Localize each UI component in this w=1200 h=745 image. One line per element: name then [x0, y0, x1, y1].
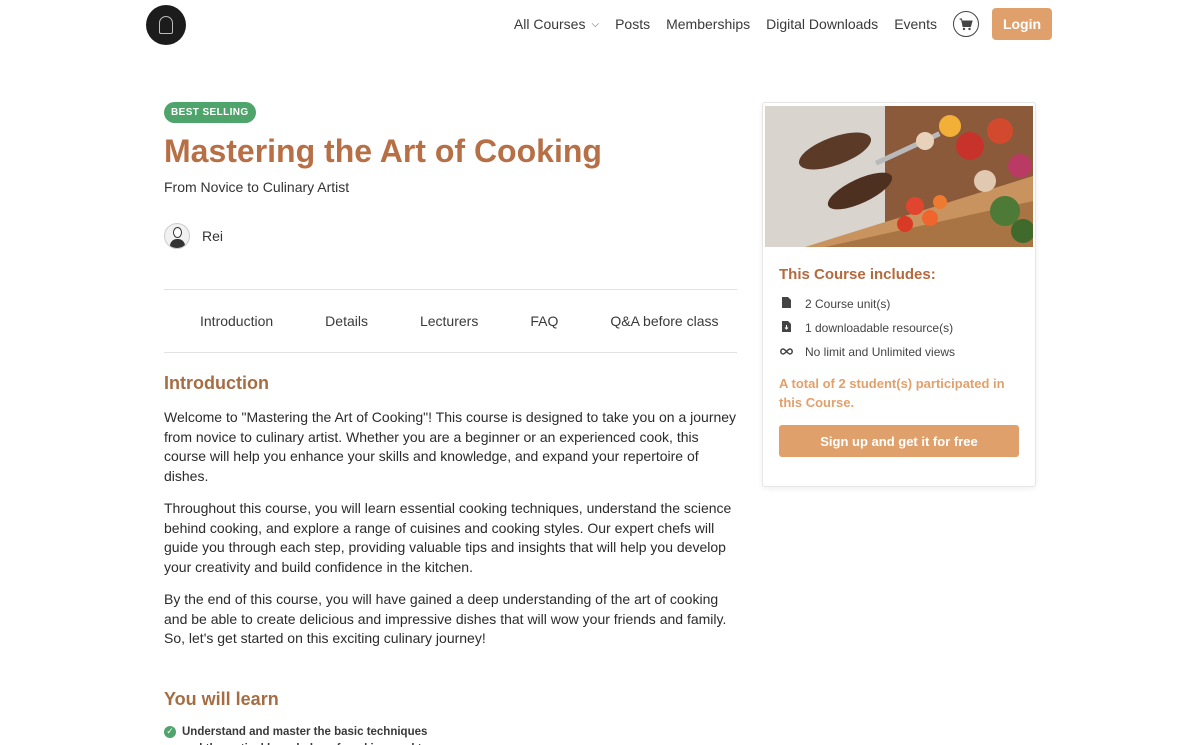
feature-unlimited-views: No limit and Unlimited views — [779, 345, 955, 359]
nav-events[interactable]: Events — [894, 16, 937, 32]
site-logo[interactable] — [146, 5, 186, 45]
nav-all-courses-label: All Courses — [513, 16, 586, 32]
course-title: Mastering the Art of Cooking — [164, 133, 602, 169]
nav-memberships[interactable]: Memberships — [666, 16, 750, 32]
participants-notice: A total of 2 student(s) participated in … — [779, 376, 1005, 410]
sign-up-button[interactable]: Sign up and get it for free — [779, 425, 1019, 457]
best-selling-badge: BEST SELLING — [164, 102, 256, 123]
introduction-heading: Introduction — [164, 373, 269, 393]
tab-lecturers[interactable]: Lecturers — [420, 313, 478, 329]
feature-text: 2 Course unit(s) — [805, 297, 891, 311]
nav-digital-downloads[interactable]: Digital Downloads — [766, 16, 878, 32]
login-button[interactable]: Login — [992, 8, 1052, 40]
author-avatar — [164, 223, 190, 249]
course-sidebar-card: This Course includes: 2 Course unit(s) 1… — [762, 102, 1036, 487]
tab-introduction[interactable]: Introduction — [200, 313, 273, 329]
course-subtitle: From Novice to Culinary Artist — [164, 179, 350, 195]
infinity-icon — [779, 346, 793, 358]
nav-posts[interactable]: Posts — [615, 16, 650, 32]
author-row[interactable]: Rei — [164, 221, 737, 251]
feature-downloadable-resources: 1 downloadable resource(s) — [779, 321, 953, 335]
intro-paragraph: Welcome to "Mastering the Art of Cooking… — [164, 409, 737, 484]
shopping-cart-icon[interactable] — [953, 11, 979, 37]
document-icon — [779, 297, 793, 311]
chevron-down-icon: ⌵ — [591, 18, 600, 30]
learn-item: ✓ Understand and master the basic techni… — [164, 724, 439, 745]
learn-item-text: Understand and master the basic techniqu… — [182, 725, 429, 745]
intro-paragraph: By the end of this course, you will have… — [164, 591, 727, 646]
feature-text: 1 downloadable resource(s) — [805, 321, 954, 335]
nav-all-courses[interactable]: All Courses ⌵ — [514, 16, 599, 32]
you-will-learn-heading: You will learn — [164, 688, 279, 709]
feature-course-units: 2 Course unit(s) — [779, 297, 890, 311]
course-cover-image — [765, 106, 1033, 247]
check-circle-icon: ✓ — [164, 725, 176, 738]
course-main: BEST SELLING Mastering the Art of Cookin… — [164, 102, 737, 745]
author-name[interactable]: Rei — [202, 228, 223, 244]
tab-faq[interactable]: FAQ — [530, 313, 558, 329]
course-includes-heading: This Course includes: — [779, 266, 936, 283]
download-file-icon — [779, 321, 793, 335]
tab-details[interactable]: Details — [325, 313, 368, 329]
feature-text: No limit and Unlimited views — [805, 345, 956, 359]
course-tabs: Introduction Details Lecturers FAQ Q&A b… — [164, 289, 737, 353]
intro-paragraph: Throughout this course, you will learn e… — [164, 500, 732, 575]
tab-qa-before-class[interactable]: Q&A before class — [610, 313, 718, 329]
logo-mark-icon — [159, 16, 173, 34]
main-nav: All Courses ⌵ Posts Memberships Digital … — [514, 8, 1052, 40]
